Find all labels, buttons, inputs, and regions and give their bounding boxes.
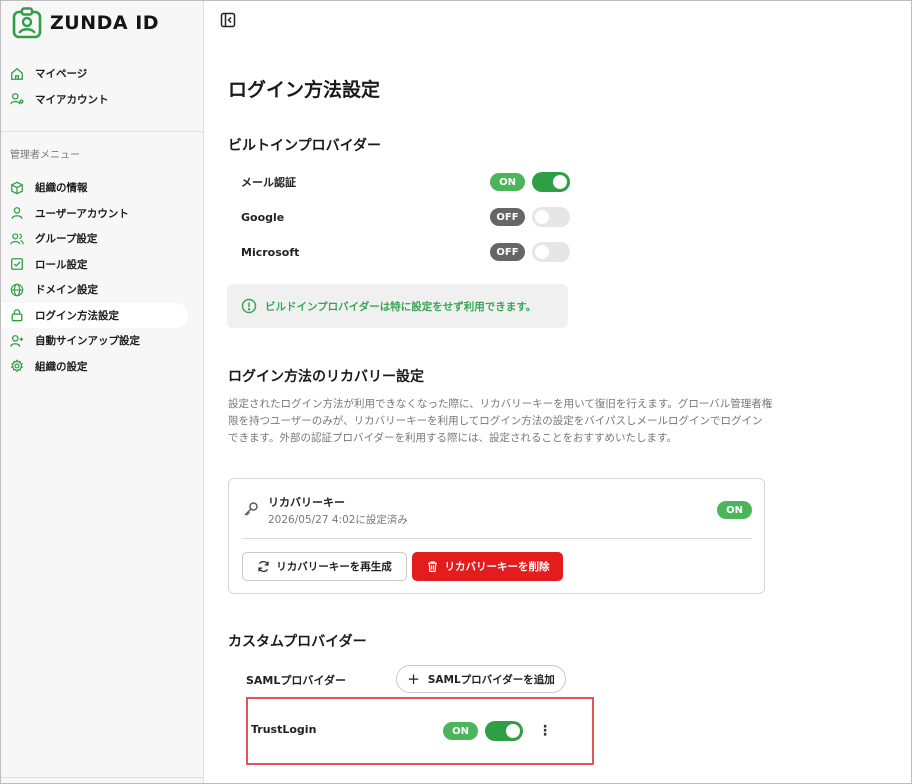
sidebar-item-label: 組織の設定 bbox=[35, 360, 88, 373]
logo-text: ZUNDA ID bbox=[50, 12, 160, 34]
status-badge: ON bbox=[717, 501, 752, 519]
trash-icon bbox=[427, 561, 437, 572]
sidebar-item-domains[interactable]: ドメイン設定 bbox=[1, 277, 204, 303]
main-content: ログイン方法設定 ビルトインプロバイダー メール認証 ON Google OFF… bbox=[205, 1, 910, 783]
card-divider bbox=[242, 538, 752, 539]
saml-providers-label: SAMLプロバイダー bbox=[246, 674, 346, 687]
regenerate-key-button[interactable]: リカバリーキーを再生成 bbox=[242, 552, 407, 581]
page-title: ログイン方法設定 bbox=[228, 79, 381, 101]
key-icon bbox=[244, 502, 258, 516]
users-icon bbox=[10, 233, 24, 245]
admin-menu-label: 管理者メニュー bbox=[10, 150, 80, 161]
sidebar-item-label: ユーザーアカウント bbox=[35, 207, 129, 220]
provider-toggle[interactable] bbox=[532, 172, 570, 192]
globe-icon bbox=[10, 283, 24, 297]
toggle-knob bbox=[535, 210, 549, 224]
sidebar-item-auto-signup[interactable]: 自動サインアップ設定 bbox=[1, 328, 204, 354]
regenerate-key-label: リカバリーキーを再生成 bbox=[276, 561, 392, 573]
recovery-heading: ログイン方法のリカバリー設定 bbox=[228, 369, 424, 385]
logo[interactable]: ZUNDA ID bbox=[12, 7, 159, 39]
provider-row-email: メール認証 ON bbox=[241, 171, 571, 193]
sidebar-item-label: マイページ bbox=[35, 68, 88, 81]
provider-row-google: Google OFF bbox=[241, 206, 571, 228]
home-icon bbox=[11, 67, 23, 80]
toggle-knob bbox=[535, 245, 549, 259]
sidebar-item-label: グループ設定 bbox=[35, 233, 98, 246]
sidebar-item-org-settings[interactable]: 組織の設定 bbox=[1, 354, 204, 380]
admin-nav: 組織の情報 ユーザーアカウント グループ設定 ロール設定 ドメイン設定 ログイン… bbox=[1, 175, 204, 379]
user-plus-icon bbox=[10, 334, 24, 347]
status-badge: OFF bbox=[490, 208, 525, 226]
lock-icon bbox=[11, 309, 23, 322]
add-saml-label: SAMLプロバイダーを追加 bbox=[427, 673, 555, 686]
sidebar-collapse-icon[interactable] bbox=[220, 12, 236, 28]
sidebar-item-myaccount[interactable]: マイアカウント bbox=[1, 87, 204, 113]
sidebar-item-org-info[interactable]: 組織の情報 bbox=[1, 175, 204, 201]
sidebar-item-label: ロール設定 bbox=[35, 258, 88, 271]
more-options-icon[interactable]: ⋮ bbox=[537, 722, 553, 740]
info-icon bbox=[241, 298, 257, 314]
custom-provider-name: TrustLogin bbox=[251, 723, 317, 736]
sidebar-item-label: 自動サインアップ設定 bbox=[35, 335, 140, 348]
sidebar-item-label: 組織の情報 bbox=[35, 182, 88, 195]
sidebar-item-groups[interactable]: グループ設定 bbox=[1, 226, 204, 252]
provider-name: Microsoft bbox=[241, 245, 300, 259]
user-icon bbox=[11, 207, 23, 220]
provider-row-microsoft: Microsoft OFF bbox=[241, 241, 571, 263]
delete-key-button[interactable]: リカバリーキーを削除 bbox=[412, 552, 563, 581]
delete-key-label: リカバリーキーを削除 bbox=[444, 561, 550, 573]
sidebar-item-label: ログイン方法設定 bbox=[35, 309, 119, 322]
recovery-key-card: リカバリーキー 2026/05/27 4:02に設定済み ON リカバリーキーを… bbox=[228, 478, 765, 594]
checkbox-icon bbox=[11, 258, 23, 271]
info-text: ビルドインプロバイダーは特に設定をせず利用できます。 bbox=[265, 300, 537, 313]
plus-icon: + bbox=[407, 669, 420, 688]
box-icon bbox=[11, 181, 23, 195]
custom-provider-toggle[interactable] bbox=[485, 721, 523, 741]
sidebar-divider bbox=[1, 131, 204, 132]
sidebar-item-roles[interactable]: ロール設定 bbox=[1, 252, 204, 278]
status-badge: ON bbox=[443, 722, 478, 740]
status-badge: OFF bbox=[490, 243, 525, 261]
refresh-icon bbox=[258, 561, 269, 572]
status-badge: ON bbox=[490, 173, 525, 191]
toggle-knob bbox=[553, 175, 567, 189]
gear-icon bbox=[10, 359, 24, 373]
user-settings-icon bbox=[10, 93, 24, 105]
add-saml-provider-button[interactable]: + SAMLプロバイダーを追加 bbox=[396, 665, 566, 693]
custom-providers-heading: カスタムプロバイダー bbox=[228, 634, 367, 650]
personal-nav: マイページ マイアカウント bbox=[1, 61, 204, 112]
builtin-providers-heading: ビルトインプロバイダー bbox=[228, 138, 382, 154]
builtin-info-box: ビルドインプロバイダーは特に設定をせず利用できます。 bbox=[227, 284, 568, 328]
sidebar-item-label: マイアカウント bbox=[35, 93, 109, 106]
recovery-description: 設定されたログイン方法が利用できなくなった際に、リカバリーキーを用いて復旧を行え… bbox=[228, 398, 773, 444]
sidebar-bottom-divider bbox=[1, 777, 204, 778]
sidebar: ZUNDA ID マイページ マイアカウント 管理者メニュー 組織の情報 ユーザ… bbox=[1, 1, 204, 783]
sidebar-item-login-methods[interactable]: ログイン方法設定 bbox=[1, 302, 188, 328]
provider-name: Google bbox=[241, 210, 285, 224]
zunda-logo-icon bbox=[12, 7, 42, 39]
provider-name: メール認証 bbox=[241, 176, 296, 189]
provider-toggle[interactable] bbox=[532, 207, 570, 227]
recovery-key-title: リカバリーキー bbox=[268, 496, 345, 509]
recovery-key-timestamp: 2026/05/27 4:02に設定済み bbox=[268, 514, 408, 526]
provider-toggle[interactable] bbox=[532, 242, 570, 262]
sidebar-item-label: ドメイン設定 bbox=[35, 284, 98, 297]
sidebar-item-mypage[interactable]: マイページ bbox=[1, 61, 204, 87]
toggle-knob bbox=[506, 724, 520, 738]
sidebar-item-user-accounts[interactable]: ユーザーアカウント bbox=[1, 201, 204, 227]
